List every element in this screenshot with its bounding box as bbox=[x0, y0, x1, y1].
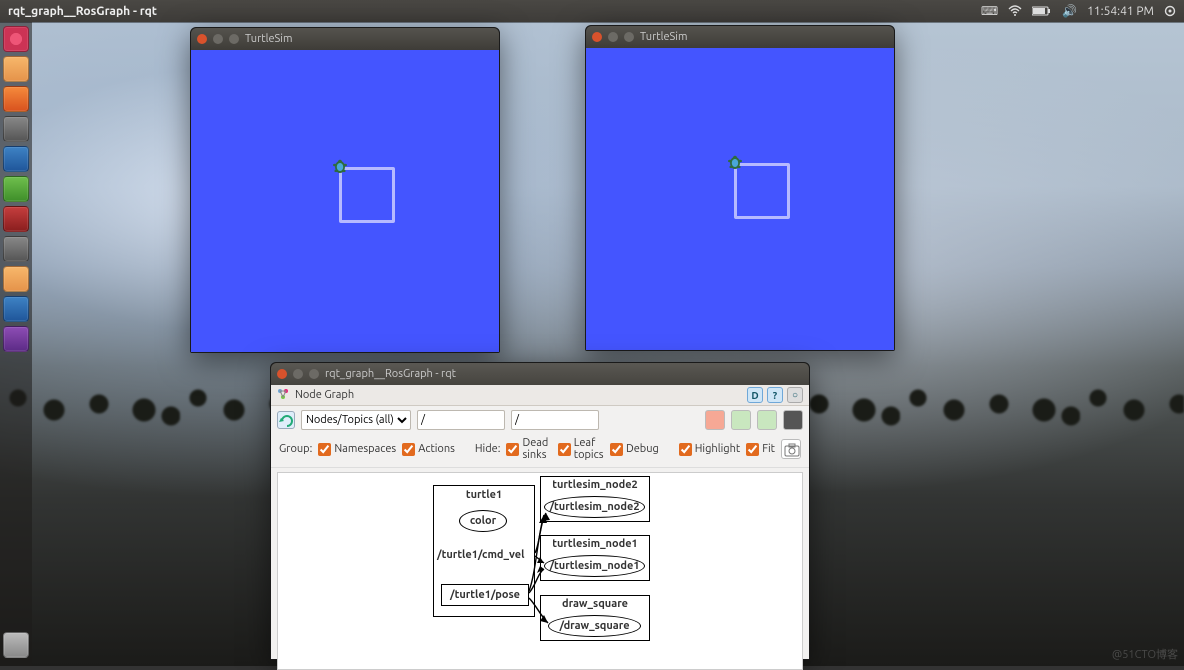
node-tsnode1: /turtlesim_node1 bbox=[544, 555, 645, 577]
launcher-app-icon[interactable] bbox=[3, 206, 29, 232]
volume-icon[interactable]: 🔊 bbox=[1062, 4, 1077, 18]
maximize-icon[interactable] bbox=[229, 34, 239, 44]
graph-icon bbox=[277, 388, 289, 403]
actions-checkbox[interactable]: Actions bbox=[402, 443, 455, 456]
topic-pose: /turtle1/pose bbox=[441, 584, 529, 606]
minimize-icon[interactable] bbox=[608, 32, 618, 42]
minimize-icon[interactable] bbox=[293, 369, 303, 379]
clock[interactable]: 11:54:41 PM bbox=[1087, 5, 1154, 18]
turtlesim-window-1[interactable]: TurtleSim bbox=[190, 27, 500, 353]
launcher-app-icon[interactable] bbox=[3, 176, 29, 202]
topic-color: color bbox=[459, 510, 507, 532]
rqt-body: Node Graph D ? ○ Nodes/Topics (all) Grou bbox=[271, 385, 809, 659]
gear-icon[interactable] bbox=[1164, 5, 1176, 17]
launcher-app-icon[interactable] bbox=[3, 296, 29, 322]
minimize-icon[interactable] bbox=[213, 34, 223, 44]
battery-icon[interactable] bbox=[1032, 6, 1052, 16]
fit-checkbox[interactable]: Fit bbox=[746, 443, 775, 456]
deadsinks-checkbox[interactable]: Dead sinks bbox=[506, 437, 551, 461]
launcher-app-icon[interactable] bbox=[3, 116, 29, 142]
graph-type-select[interactable]: Nodes/Topics (all) bbox=[301, 410, 411, 430]
save-image-icon[interactable] bbox=[731, 410, 751, 430]
close-icon[interactable] bbox=[592, 32, 602, 42]
namespace-filter-input[interactable] bbox=[417, 410, 505, 430]
namespaces-checkbox[interactable]: Namespaces bbox=[318, 443, 396, 456]
debug-checkbox[interactable]: Debug bbox=[610, 443, 659, 456]
turtle-icon bbox=[726, 154, 744, 172]
window-title: TurtleSim bbox=[245, 33, 292, 45]
save-dot-icon[interactable] bbox=[705, 410, 725, 430]
graph-canvas[interactable]: turtle1 color /turtle1/cmd_vel /turtle1/… bbox=[277, 472, 803, 670]
firefox-icon[interactable] bbox=[3, 86, 29, 112]
wifi-icon[interactable] bbox=[1008, 5, 1022, 17]
close-panel-icon[interactable]: ○ bbox=[787, 387, 803, 403]
maximize-icon[interactable] bbox=[309, 369, 319, 379]
window-titlebar[interactable]: TurtleSim bbox=[586, 26, 894, 48]
top-menubar: rqt_graph__RosGraph - rqt ⌨ 🔊 11:54:41 P… bbox=[0, 0, 1184, 22]
load-dot-icon[interactable] bbox=[783, 410, 803, 430]
highlight-checkbox[interactable]: Highlight bbox=[679, 443, 740, 456]
leaftopics-checkbox[interactable]: Leaf topics bbox=[558, 437, 604, 461]
trash-icon[interactable] bbox=[3, 632, 29, 658]
dash-icon[interactable] bbox=[3, 26, 29, 52]
launcher-app-icon[interactable] bbox=[3, 146, 29, 172]
window-title: rqt_graph__RosGraph - rqt bbox=[325, 368, 456, 380]
help-icon[interactable]: ? bbox=[767, 387, 783, 403]
close-icon[interactable] bbox=[277, 369, 287, 379]
keyboard-indicator-icon[interactable]: ⌨ bbox=[981, 4, 998, 18]
group-label: turtle1 bbox=[433, 489, 535, 501]
launcher-app-icon[interactable] bbox=[3, 326, 29, 352]
turtle-icon bbox=[331, 158, 349, 176]
active-window-title: rqt_graph__RosGraph - rqt bbox=[8, 5, 157, 18]
save-svg-icon[interactable] bbox=[757, 410, 777, 430]
files-icon[interactable] bbox=[3, 56, 29, 82]
maximize-icon[interactable] bbox=[624, 32, 634, 42]
node-drawsquare: /draw_square bbox=[548, 615, 641, 637]
rqt-panel-title: Node Graph bbox=[295, 389, 354, 401]
turtlesim-window-2[interactable]: TurtleSim bbox=[585, 25, 895, 351]
group-label: draw_square bbox=[540, 598, 650, 610]
refresh-icon[interactable] bbox=[277, 411, 295, 429]
turtlesim-canvas bbox=[191, 50, 499, 352]
unity-launcher bbox=[0, 22, 32, 666]
node-tsnode2: /turtlesim_node2 bbox=[544, 496, 645, 518]
group-label: turtlesim_node1 bbox=[540, 538, 650, 550]
rqt-graph-window[interactable]: rqt_graph__RosGraph - rqt Node Graph D ?… bbox=[270, 362, 810, 660]
group-label: Group: bbox=[279, 443, 312, 455]
group-label: turtlesim_node2 bbox=[540, 479, 650, 491]
window-titlebar[interactable]: TurtleSim bbox=[191, 28, 499, 50]
window-title: TurtleSim bbox=[640, 31, 687, 43]
hide-label: Hide: bbox=[475, 443, 501, 455]
rqt-toolbar: Nodes/Topics (all) bbox=[271, 406, 809, 434]
system-tray: ⌨ 🔊 11:54:41 PM bbox=[981, 4, 1176, 18]
launcher-app-icon[interactable] bbox=[3, 236, 29, 262]
rqt-options-bar: Group: Namespaces Actions Hide: Dead sin… bbox=[271, 434, 809, 468]
turtlesim-canvas bbox=[586, 48, 894, 350]
close-icon[interactable] bbox=[197, 34, 207, 44]
screenshot-icon[interactable] bbox=[781, 439, 801, 459]
undock-icon[interactable]: D bbox=[747, 387, 763, 403]
launcher-app-icon[interactable] bbox=[3, 266, 29, 292]
watermark: @51CTO博客 bbox=[1112, 646, 1178, 662]
topic-filter-input[interactable] bbox=[511, 410, 599, 430]
topic-cmd-vel: /turtle1/cmd_vel bbox=[435, 549, 535, 561]
window-titlebar[interactable]: rqt_graph__RosGraph - rqt bbox=[271, 363, 809, 385]
rqt-subheader: Node Graph D ? ○ bbox=[271, 385, 809, 406]
